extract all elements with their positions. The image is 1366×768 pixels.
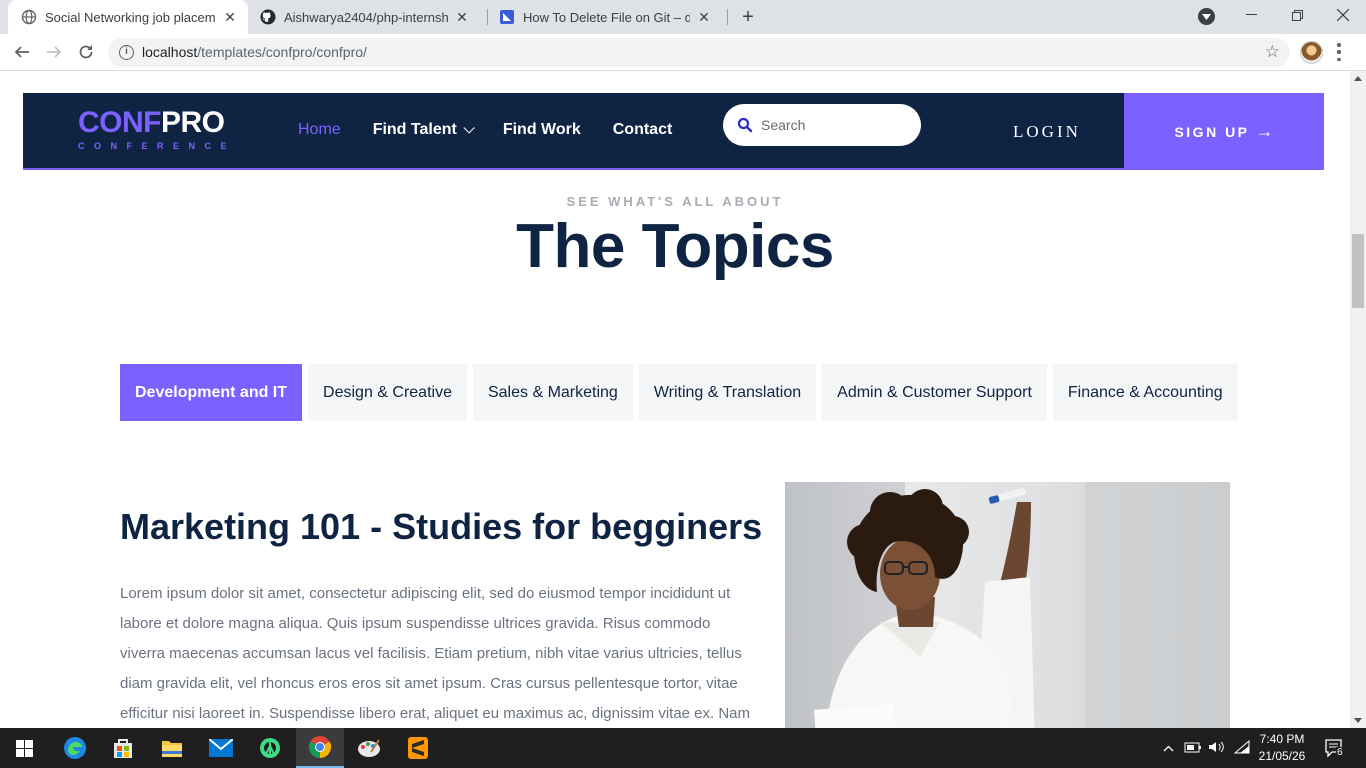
bookmark-star-icon[interactable]: ☆ [1265, 42, 1280, 62]
topic-heading: Marketing 101 - Studies for begginers [120, 506, 763, 547]
reload-icon[interactable] [74, 40, 98, 64]
scroll-up-icon[interactable] [1354, 76, 1362, 81]
tab-separator [487, 9, 488, 25]
nav-contact[interactable]: Contact [613, 121, 673, 139]
tab-title: Social Networking job placement [45, 9, 216, 25]
paint-icon[interactable] [345, 728, 393, 768]
close-tab-icon[interactable]: ✕ [222, 9, 238, 25]
devconnected-icon [499, 9, 515, 25]
chevron-down-icon [463, 122, 475, 134]
android-studio-icon[interactable] [246, 728, 294, 768]
close-window-icon[interactable] [1320, 0, 1366, 30]
battery-icon[interactable] [1184, 740, 1202, 757]
minimize-icon[interactable] [1228, 0, 1274, 30]
taskbar-clock[interactable]: 7:40 PM 21/05/26 [1248, 731, 1316, 765]
sublime-text-icon[interactable] [394, 728, 442, 768]
chevron-up-icon[interactable] [1160, 741, 1176, 755]
site-logo[interactable]: CONFPRO CONFERENCE [78, 107, 237, 152]
tab-development-and-it[interactable]: Development and IT [120, 364, 303, 421]
restore-icon[interactable] [1274, 0, 1320, 30]
scrollbar-thumb[interactable] [1352, 234, 1364, 308]
topic-tabs: Development and IT Design & Creative Sal… [120, 364, 1244, 421]
volume-icon[interactable] [1208, 740, 1226, 757]
tab-title: Aishwarya2404/php-internship [284, 9, 448, 25]
profile-avatar[interactable] [1300, 41, 1323, 64]
main-nav: Home Find Talent Find Work Contact [298, 121, 704, 139]
tab-finance-accounting[interactable]: Finance & Accounting [1052, 364, 1238, 421]
browser-tab-strip: Social Networking job placement ✕ Aishwa… [0, 0, 1366, 34]
search-icon[interactable] [737, 117, 753, 133]
notification-center-icon[interactable]: 6 [1324, 738, 1344, 758]
tab-title: How To Delete File on Git – devc [523, 9, 690, 25]
page-scrollbar[interactable] [1350, 71, 1366, 728]
tab-search-icon[interactable] [1198, 8, 1215, 25]
close-tab-icon[interactable]: ✕ [454, 9, 470, 25]
site-info-icon[interactable]: i [119, 45, 134, 60]
logo-subtitle: CONFERENCE [78, 141, 237, 151]
back-icon[interactable] [10, 40, 34, 64]
site-header: CONFPRO CONFERENCE Home Find Talent Find… [23, 93, 1324, 170]
tab-writing-translation[interactable]: Writing & Translation [638, 364, 817, 421]
forward-icon[interactable] [42, 40, 66, 64]
edge-icon[interactable] [51, 728, 99, 768]
arrow-right-icon: → [1255, 121, 1274, 141]
file-explorer-icon[interactable] [148, 728, 196, 768]
tab-separator [727, 9, 728, 25]
tab-admin-customer-support[interactable]: Admin & Customer Support [822, 364, 1047, 421]
github-icon [260, 9, 276, 25]
page-viewport: CONFPRO CONFERENCE Home Find Talent Find… [0, 71, 1350, 728]
notification-count: 6 [1336, 747, 1344, 758]
nav-find-talent[interactable]: Find Talent [373, 121, 475, 139]
windows-start-icon[interactable] [0, 728, 48, 768]
new-tab-icon[interactable]: + [737, 6, 759, 28]
globe-icon [21, 9, 37, 25]
scroll-down-icon[interactable] [1354, 718, 1362, 723]
store-icon[interactable] [99, 728, 147, 768]
url-text[interactable]: localhost/templates/confpro/confpro/ [142, 44, 367, 60]
browser-tab[interactable]: How To Delete File on Git – devc ✕ [495, 0, 720, 34]
chrome-icon[interactable] [296, 728, 344, 768]
mail-icon[interactable] [197, 728, 245, 768]
chrome-menu-icon[interactable] [1337, 43, 1341, 61]
topic-description: Lorem ipsum dolor sit amet, consectetur … [120, 585, 751, 722]
signup-button[interactable]: SIGN UP → [1124, 93, 1324, 170]
site-search [723, 104, 921, 146]
topic-image [785, 482, 1230, 728]
search-input[interactable] [761, 117, 911, 133]
system-tray [1160, 728, 1250, 768]
close-tab-icon[interactable]: ✕ [696, 9, 712, 25]
nav-find-work[interactable]: Find Work [503, 121, 581, 139]
section-eyebrow: SEE WHAT'S ALL ABOUT [566, 194, 784, 209]
section-title: The Topics [516, 212, 834, 281]
login-link[interactable]: LOGIN [1013, 122, 1081, 142]
browser-tab[interactable]: Aishwarya2404/php-internship ✕ [256, 0, 478, 34]
tab-design-creative[interactable]: Design & Creative [308, 364, 467, 421]
address-bar[interactable]: i localhost/templates/confpro/confpro/ ☆ [108, 38, 1290, 67]
woman-whiteboard-illustration [785, 482, 1230, 728]
nav-home[interactable]: Home [298, 121, 341, 139]
browser-tab-active[interactable]: Social Networking job placement ✕ [8, 0, 248, 34]
browser-toolbar: i localhost/templates/confpro/confpro/ ☆ [0, 34, 1366, 71]
windows-taskbar: 7:40 PM 21/05/26 6 [0, 728, 1366, 768]
tab-sales-marketing[interactable]: Sales & Marketing [472, 364, 633, 421]
